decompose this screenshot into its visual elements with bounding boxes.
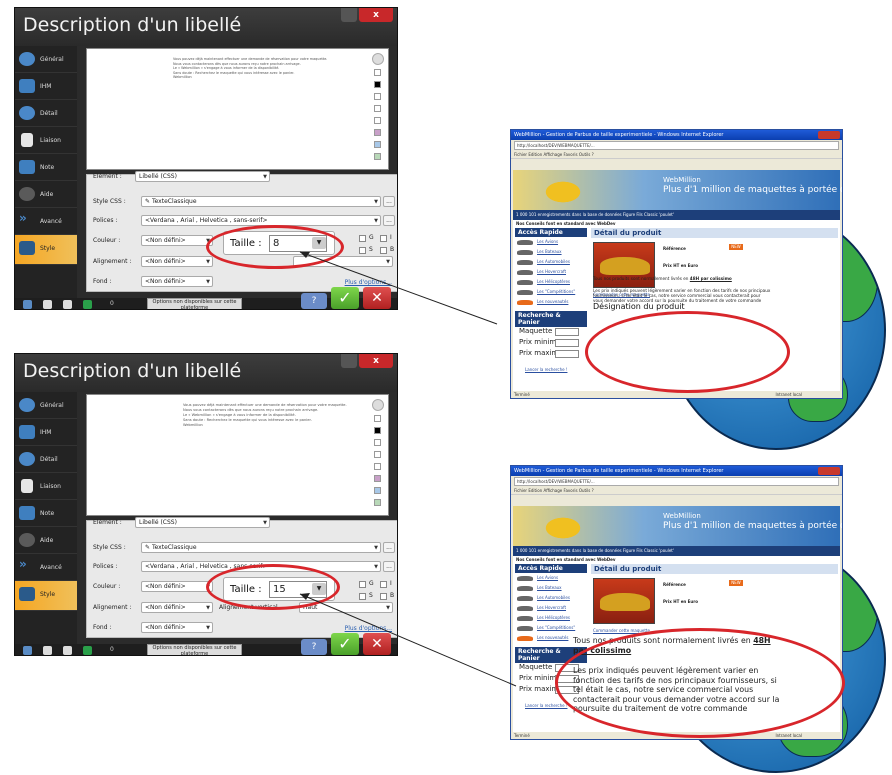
- connector-line-1: [299, 251, 498, 325]
- connector-lines: [299, 251, 517, 687]
- arrow-head-2: [300, 593, 310, 600]
- connector-line-2: [299, 593, 517, 687]
